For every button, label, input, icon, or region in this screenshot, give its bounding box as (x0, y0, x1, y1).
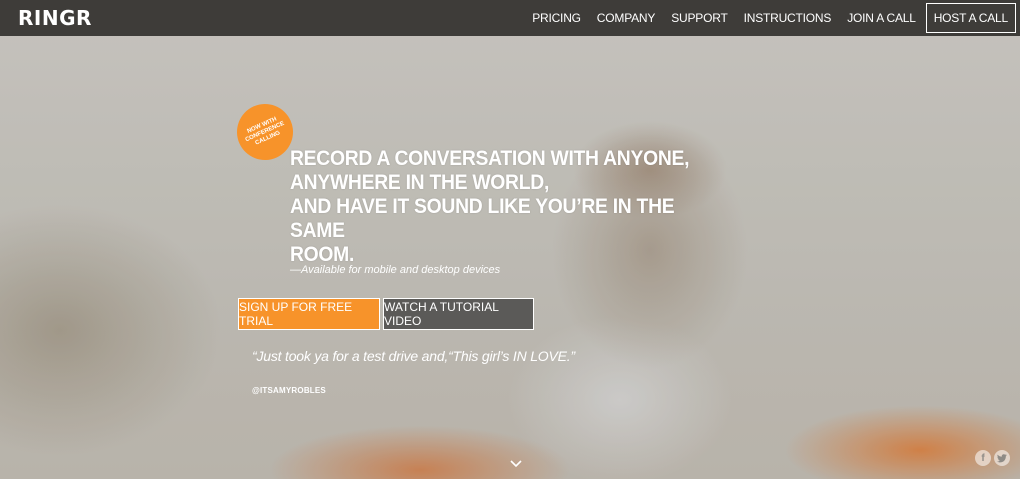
host-a-call-button[interactable]: HOST A CALL (925, 3, 1016, 33)
ringr-logo[interactable]: RINGR (18, 6, 92, 30)
headline-line: ANYWHERE IN THE WORLD, (290, 171, 550, 194)
testimonial-author[interactable]: @ITSAMYROBLES (252, 386, 326, 395)
nav-link-instructions[interactable]: INSTRUCTIONS (744, 11, 832, 25)
testimonial-quote: “Just took ya for a test drive and,“This… (252, 348, 575, 364)
chevron-down-icon[interactable] (509, 458, 523, 470)
sign-up-free-trial-button[interactable]: SIGN UP FOR FREE TRIAL (238, 298, 380, 330)
headline-line: RECORD A CONVERSATION WITH ANYONE, (290, 147, 690, 170)
top-navbar: RINGR PRICING COMPANY SUPPORT INSTRUCTIO… (0, 0, 1020, 36)
nav-link-support[interactable]: SUPPORT (671, 11, 728, 25)
facebook-icon[interactable]: f (975, 450, 991, 466)
nav-link-company[interactable]: COMPANY (597, 11, 656, 25)
badge-text: NOW WITH CONFERENCE CALLING (244, 115, 286, 147)
availability-note: —Available for mobile and desktop device… (290, 264, 501, 276)
nav-links: PRICING COMPANY SUPPORT INSTRUCTIONS JOI… (516, 3, 1016, 33)
headline-line: AND HAVE IT SOUND LIKE YOU’RE IN THE SAM… (290, 195, 675, 242)
watch-tutorial-video-button[interactable]: WATCH A TUTORIAL VIDEO (383, 298, 534, 330)
hero-headline: RECORD A CONVERSATION WITH ANYONE, ANYWH… (290, 147, 713, 267)
nav-link-join-a-call[interactable]: JOIN A CALL (847, 11, 916, 25)
nav-link-pricing[interactable]: PRICING (532, 11, 581, 25)
twitter-icon[interactable] (994, 450, 1010, 466)
